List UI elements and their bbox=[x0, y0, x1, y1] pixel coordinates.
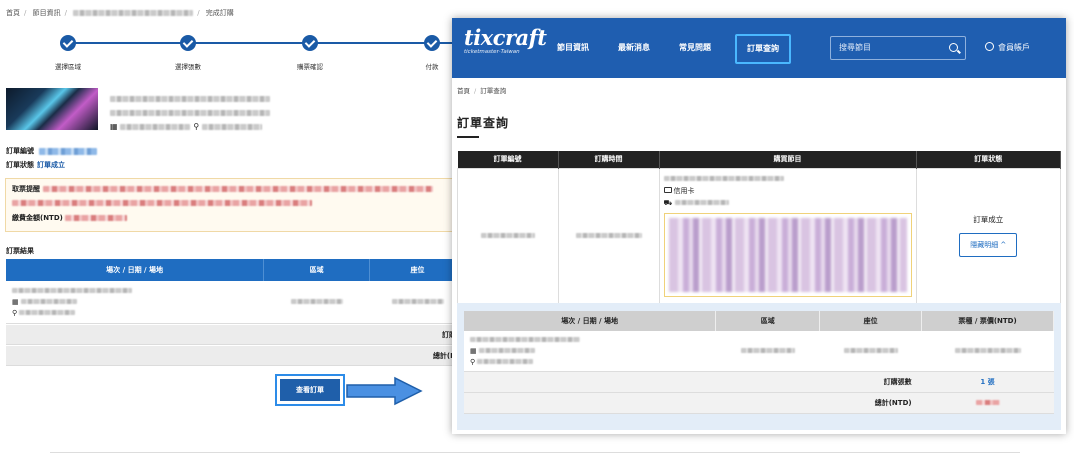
col-session: 場次 / 日期 / 場地 bbox=[464, 311, 717, 331]
event-banner-image bbox=[6, 88, 98, 130]
order-time-redacted bbox=[575, 233, 642, 238]
site-header: tixcraft ticketmaster·Taiwan 節目資訊 最新消息 常… bbox=[452, 18, 1066, 78]
breadcrumb-current: 完成訂購 bbox=[205, 9, 234, 17]
total-row: 總計(N bbox=[6, 346, 466, 366]
step-select-area: 選擇區域 bbox=[33, 35, 103, 71]
location-icon: ⚲ bbox=[470, 357, 476, 366]
search-input[interactable]: 搜尋節目 bbox=[830, 36, 966, 60]
arrow-right-icon bbox=[346, 376, 423, 406]
col-area: 區域 bbox=[263, 259, 371, 281]
col-area: 區域 bbox=[715, 311, 821, 331]
event-info-redacted: ▦ ⚲ bbox=[110, 94, 270, 136]
location-icon: ⚲ bbox=[193, 122, 200, 131]
total-row: 總計(NTD) bbox=[464, 392, 1054, 414]
check-icon bbox=[424, 35, 440, 51]
title-underline bbox=[457, 136, 479, 138]
breadcrumb-event-name-redacted[interactable] bbox=[73, 10, 194, 16]
order-lookup-page: tixcraft ticketmaster·Taiwan 節目資訊 最新消息 常… bbox=[452, 18, 1066, 434]
search-icon[interactable] bbox=[949, 43, 958, 52]
breadcrumb-current: 訂單查詢 bbox=[480, 87, 507, 95]
user-icon bbox=[985, 42, 994, 51]
nav-order-lookup[interactable]: 訂單查詢 bbox=[735, 34, 791, 64]
order-number: 訂單編號 bbox=[6, 146, 98, 156]
order-table: 訂單編號 訂購時間 購買節目 訂單狀態 信用卡 ⛟ 訂單成立 隱藏明細 ^ bbox=[457, 151, 1062, 304]
page-title: 訂單查詢 bbox=[457, 116, 510, 130]
order-number-redacted bbox=[39, 147, 98, 155]
nav-news[interactable]: 最新消息 bbox=[618, 18, 650, 78]
order-status-value: 訂單成立 bbox=[973, 215, 1004, 224]
breadcrumb-home[interactable]: 首頁 bbox=[457, 87, 470, 95]
step-select-qty: 選擇張數 bbox=[153, 35, 223, 71]
result-title: 訂票結果 bbox=[6, 247, 34, 255]
col-order-time: 訂購時間 bbox=[558, 151, 660, 168]
view-order-button[interactable]: 查看訂單 bbox=[280, 379, 340, 401]
calendar-icon: ▦ bbox=[470, 346, 477, 355]
ticket-qr-redacted bbox=[663, 212, 912, 297]
col-seat: 座位 bbox=[819, 311, 923, 331]
breadcrumb-events[interactable]: 節目資訊 bbox=[33, 9, 61, 17]
total-redacted bbox=[975, 400, 1000, 405]
calendar-icon: ▦ bbox=[12, 297, 19, 306]
nav-faq[interactable]: 常見問題 bbox=[679, 18, 711, 78]
check-icon bbox=[302, 35, 318, 51]
table-row: ▦ ⚲ bbox=[6, 281, 466, 324]
table-row: ▦ ⚲ bbox=[464, 331, 1054, 372]
truck-icon: ⛟ bbox=[663, 198, 673, 207]
order-number-redacted bbox=[480, 233, 535, 238]
col-ticket-price: 票種 / 票價(NTD) bbox=[921, 311, 1054, 331]
progress-steps: 選擇區域 選擇張數 購票確認 付款 bbox=[0, 35, 470, 75]
check-icon bbox=[60, 35, 76, 51]
result-table: 場次 / 日期 / 場地 區域 座位 ▦ ⚲ bbox=[6, 259, 466, 324]
col-order-no: 訂單編號 bbox=[457, 151, 559, 168]
pickup-notice: 取票提醒 繳費金額(NTD) bbox=[5, 178, 465, 232]
order-status-value: 訂單成立 bbox=[37, 161, 65, 169]
order-detail-panel: 場次 / 日期 / 場地 區域 座位 票種 / 票價(NTD) ▦ ⚲ 訂購張數… bbox=[457, 303, 1061, 430]
quantity-value: 1 張 bbox=[921, 371, 1054, 393]
tixcraft-logo[interactable]: tixcraft ticketmaster·Taiwan bbox=[464, 27, 547, 56]
col-status: 訂單狀態 bbox=[916, 151, 1062, 168]
hide-details-button[interactable]: 隱藏明細 ^ bbox=[959, 233, 1018, 257]
check-icon bbox=[180, 35, 196, 51]
nav-events[interactable]: 節目資訊 bbox=[557, 18, 589, 78]
divider bbox=[50, 452, 1020, 453]
account-link[interactable]: 會員帳戶 bbox=[985, 18, 1030, 78]
breadcrumb: 首頁 / 訂單查詢 bbox=[457, 87, 507, 95]
col-session: 場次 / 日期 / 場地 bbox=[6, 259, 265, 281]
col-event: 購買節目 bbox=[659, 151, 917, 168]
credit-card-icon bbox=[663, 186, 672, 193]
breadcrumb-home[interactable]: 首頁 bbox=[6, 9, 20, 17]
calendar-icon: ▦ bbox=[110, 122, 118, 131]
order-detail-table: 場次 / 日期 / 場地 區域 座位 票種 / 票價(NTD) ▦ ⚲ 訂購張數… bbox=[464, 311, 1054, 414]
checkout-complete-page: 首頁 / 節目資訊 / / 完成訂購 選擇區域 選擇張數 購票確認 付款 ▦ ⚲ 訂… bbox=[0, 0, 1020, 454]
location-icon: ⚲ bbox=[12, 308, 18, 317]
quantity-row: 訂購張數 1 張 bbox=[464, 371, 1054, 393]
view-order-button-highlight[interactable]: 查看訂單 bbox=[275, 374, 345, 406]
breadcrumb: 首頁 / 節目資訊 / / 完成訂購 bbox=[6, 9, 234, 17]
step-confirm: 購票確認 bbox=[275, 35, 345, 71]
table-row: 信用卡 ⛟ 訂單成立 隱藏明細 ^ bbox=[457, 167, 1062, 304]
quantity-row: 訂購 bbox=[6, 325, 466, 345]
amount-redacted bbox=[65, 215, 128, 221]
order-status: 訂單狀態 訂單成立 bbox=[6, 161, 65, 169]
